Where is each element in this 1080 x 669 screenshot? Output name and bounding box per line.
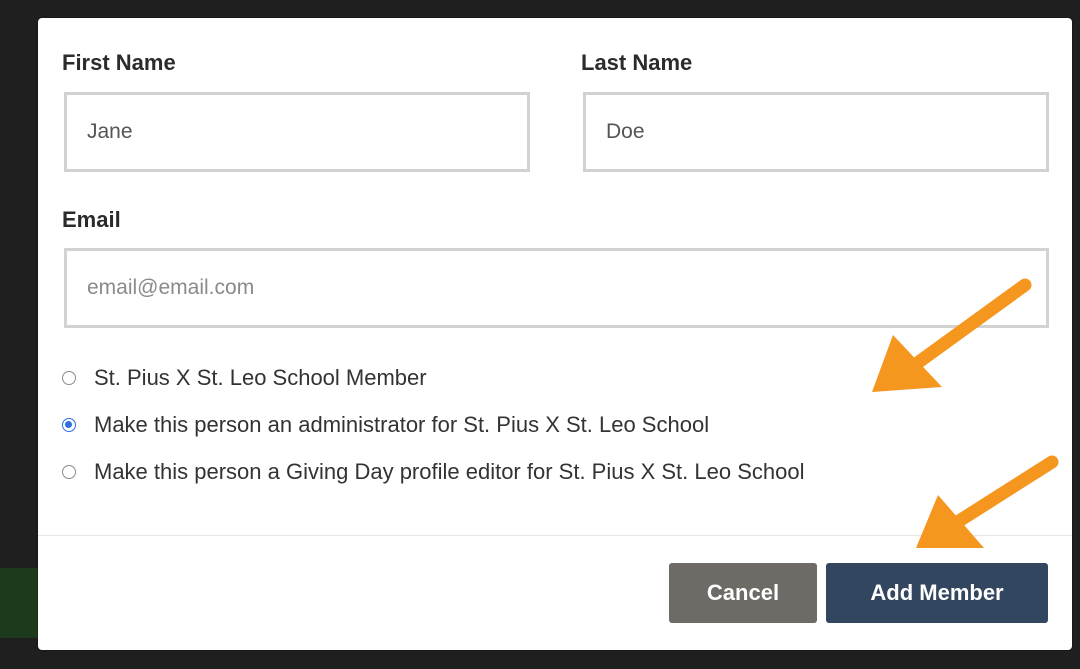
background-panel [0,568,38,638]
footer-divider [38,535,1072,536]
role-option-member[interactable]: St. Pius X St. Leo School Member [62,365,427,391]
role-option-profile-editor[interactable]: Make this person a Giving Day profile ed… [62,459,804,485]
role-option-label: St. Pius X St. Leo School Member [94,365,427,390]
last-name-label: Last Name [581,50,693,75]
radio-member[interactable] [62,371,76,385]
first-name-input[interactable] [64,92,530,172]
email-input[interactable] [64,248,1049,328]
radio-administrator[interactable] [62,418,76,432]
first-name-label: First Name [62,50,176,75]
email-label: Email [62,207,121,232]
radio-profile-editor[interactable] [62,465,76,479]
last-name-input[interactable] [583,92,1049,172]
role-option-administrator[interactable]: Make this person an administrator for St… [62,412,709,438]
cancel-button[interactable]: Cancel [669,563,817,623]
add-member-modal: First Name Last Name Email St. Pius X St… [38,18,1072,650]
role-option-label: Make this person an administrator for St… [94,412,710,437]
role-option-label: Make this person a Giving Day profile ed… [94,459,805,484]
add-member-button[interactable]: Add Member [826,563,1048,623]
